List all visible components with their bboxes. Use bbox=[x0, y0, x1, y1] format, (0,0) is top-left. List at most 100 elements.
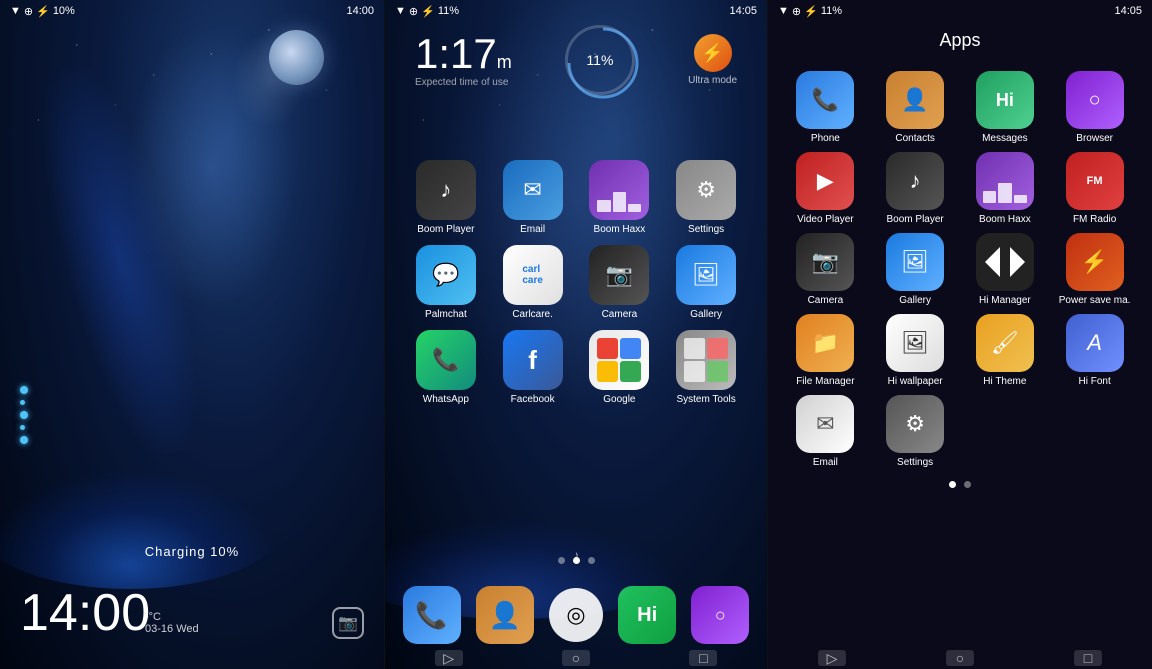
drawer-email[interactable]: ✉ Email bbox=[783, 395, 868, 468]
dock-target[interactable]: ◎ bbox=[549, 588, 603, 642]
dock-contacts-icon: 👤 bbox=[489, 600, 521, 631]
app-whatsapp[interactable]: 📞 WhatsApp bbox=[405, 330, 487, 405]
drawer-hitheme-icon: 🖌 bbox=[976, 314, 1034, 372]
drawer-browser[interactable]: ○ Browser bbox=[1052, 71, 1137, 144]
drawer-hi-font[interactable]: A Hi Font bbox=[1052, 314, 1137, 387]
bowtie-shape bbox=[985, 247, 1025, 277]
camera-icon: 📷 bbox=[589, 245, 649, 305]
home-recents-button[interactable]: □ bbox=[689, 650, 717, 666]
app-google[interactable]: Google bbox=[579, 330, 661, 405]
palmchat-icon: 💬 bbox=[416, 245, 476, 305]
gallery-icon: 🖼 bbox=[676, 245, 736, 305]
apps-drawer-title: Apps bbox=[768, 0, 1152, 66]
home-app-grid: ♪ Boom Player ✉ Email Boom Haxx ⚙ bbox=[405, 160, 747, 405]
app-settings[interactable]: ⚙ Settings bbox=[665, 160, 747, 235]
drawer-boom-haxx[interactable]: Boom Haxx bbox=[963, 152, 1048, 225]
dot2 bbox=[20, 400, 25, 405]
time-widget: 1:17m Expected time of use bbox=[415, 33, 512, 88]
home-back-button[interactable]: ▷ bbox=[435, 650, 463, 666]
dock-browser-icon: ○ bbox=[715, 605, 726, 626]
drawer-hi-theme[interactable]: 🖌 Hi Theme bbox=[963, 314, 1048, 387]
drawer-boom-icon: ♪ bbox=[886, 152, 944, 210]
status-right: 14:00 bbox=[346, 5, 374, 17]
app-facebook[interactable]: f Facebook bbox=[492, 330, 574, 405]
home-home-button[interactable]: ○ bbox=[562, 650, 590, 666]
drawer-settings-label: Settings bbox=[897, 457, 933, 468]
drawer-powersave-icon: ⚡ bbox=[1066, 233, 1124, 291]
system-tools-label: System Tools bbox=[676, 394, 735, 405]
drawer-hifont-icon: A bbox=[1066, 314, 1124, 372]
home-status-bar: ▼ ⊕ ⚡ 11% 14:05 bbox=[385, 0, 767, 22]
app-camera[interactable]: 📷 Camera bbox=[579, 245, 661, 320]
google-label: Google bbox=[603, 394, 635, 405]
drawer-home-button[interactable]: ○ bbox=[946, 650, 974, 666]
drawer-video-icon: ▶ bbox=[796, 152, 854, 210]
drawer-file-manager[interactable]: 📁 File Manager bbox=[783, 314, 868, 387]
app-palmchat[interactable]: 💬 Palmchat bbox=[405, 245, 487, 320]
dock-browser[interactable]: ○ bbox=[691, 586, 749, 644]
drawer-gallery-icon: 🖼 bbox=[886, 233, 944, 291]
drawer-power-save[interactable]: ⚡ Power save ma. bbox=[1052, 233, 1137, 306]
drawer-phone[interactable]: 📞 Phone bbox=[783, 71, 868, 144]
drawer-messages[interactable]: Hi Messages bbox=[963, 71, 1048, 144]
drawer-browser-label: Browser bbox=[1076, 133, 1113, 144]
drawer-hi-manager[interactable]: Hi Manager bbox=[963, 233, 1048, 306]
app-email[interactable]: ✉ Email bbox=[492, 160, 574, 235]
lock-time: 14:00 bbox=[346, 5, 374, 17]
page-dot-1[interactable] bbox=[558, 557, 565, 564]
drawer-gallery-label: Gallery bbox=[899, 295, 931, 306]
charging-text: Charging 10% bbox=[0, 544, 384, 559]
app-system-tools[interactable]: System Tools bbox=[665, 330, 747, 405]
lock-time-large: 14:00 bbox=[20, 587, 150, 639]
widget-time: 1:17m bbox=[415, 33, 512, 75]
app-boom-player[interactable]: ♪ Boom Player bbox=[405, 160, 487, 235]
dock-phone[interactable]: 📞 bbox=[403, 586, 461, 644]
drawer-himanager-label: Hi Manager bbox=[979, 295, 1031, 306]
drawer-gallery[interactable]: 🖼 Gallery bbox=[873, 233, 958, 306]
drawer-messages-icon: Hi bbox=[976, 71, 1034, 129]
app-gallery[interactable]: 🖼 Gallery bbox=[665, 245, 747, 320]
facebook-label: Facebook bbox=[511, 394, 555, 405]
date-text: 03-16 Wed bbox=[145, 623, 199, 635]
dock-contacts[interactable]: 👤 bbox=[476, 586, 534, 644]
dock-target-icon: ◎ bbox=[566, 602, 585, 628]
home-battery-pct: 11% bbox=[438, 5, 459, 17]
drawer-browser-icon: ○ bbox=[1066, 71, 1124, 129]
apps-dot-1[interactable] bbox=[949, 481, 956, 488]
drawer-fm-radio[interactable]: FM FM Radio bbox=[1052, 152, 1137, 225]
whatsapp-icon: 📞 bbox=[416, 330, 476, 390]
settings-icon: ⚙ bbox=[676, 160, 736, 220]
app-boom-haxx[interactable]: Boom Haxx bbox=[579, 160, 661, 235]
drawer-nav-bar: ▷ ○ □ bbox=[768, 647, 1152, 669]
dot4 bbox=[20, 425, 25, 430]
dock-hi[interactable]: Hi bbox=[618, 586, 676, 644]
home-status-left: ▼ ⊕ ⚡ 11% bbox=[395, 5, 459, 18]
drawer-filemanager-label: File Manager bbox=[796, 376, 854, 387]
signal-icon: ▼ bbox=[10, 5, 21, 17]
drawer-boomhaxx-label: Boom Haxx bbox=[979, 214, 1031, 225]
battery-widget: 11% bbox=[565, 25, 635, 95]
ultra-mode-label: Ultra mode bbox=[688, 75, 737, 86]
drawer-hi-wallpaper[interactable]: 🖼 Hi wallpaper bbox=[873, 314, 958, 387]
page-dot-2[interactable] bbox=[573, 557, 580, 564]
page-dot-3[interactable] bbox=[588, 557, 595, 564]
app-carlcare[interactable]: carlcare Carlcare. bbox=[492, 245, 574, 320]
boom-haxx-icon bbox=[589, 160, 649, 220]
drawer-camera[interactable]: 📷 Camera bbox=[783, 233, 868, 306]
whatsapp-label: WhatsApp bbox=[423, 394, 469, 405]
dock-phone-icon: 📞 bbox=[415, 600, 447, 631]
camera-shortcut[interactable]: 📷 bbox=[332, 607, 364, 639]
drawer-back-button[interactable]: ▷ bbox=[818, 650, 846, 666]
drawer-boom-player[interactable]: ♪ Boom Player bbox=[873, 152, 958, 225]
drawer-settings[interactable]: ⚙ Settings bbox=[873, 395, 958, 468]
drawer-hifont-label: Hi Font bbox=[1079, 376, 1111, 387]
ultra-mode-widget[interactable]: ⚡ Ultra mode bbox=[688, 34, 737, 86]
drawer-settings-icon: ⚙ bbox=[886, 395, 944, 453]
drawer-camera-icon: 📷 bbox=[796, 233, 854, 291]
home-time: 14:05 bbox=[729, 5, 757, 17]
moon-decoration bbox=[269, 30, 324, 85]
drawer-contacts[interactable]: 👤 Contacts bbox=[873, 71, 958, 144]
apps-dot-2[interactable] bbox=[964, 481, 971, 488]
drawer-recents-button[interactable]: □ bbox=[1074, 650, 1102, 666]
drawer-video-player[interactable]: ▶ Video Player bbox=[783, 152, 868, 225]
